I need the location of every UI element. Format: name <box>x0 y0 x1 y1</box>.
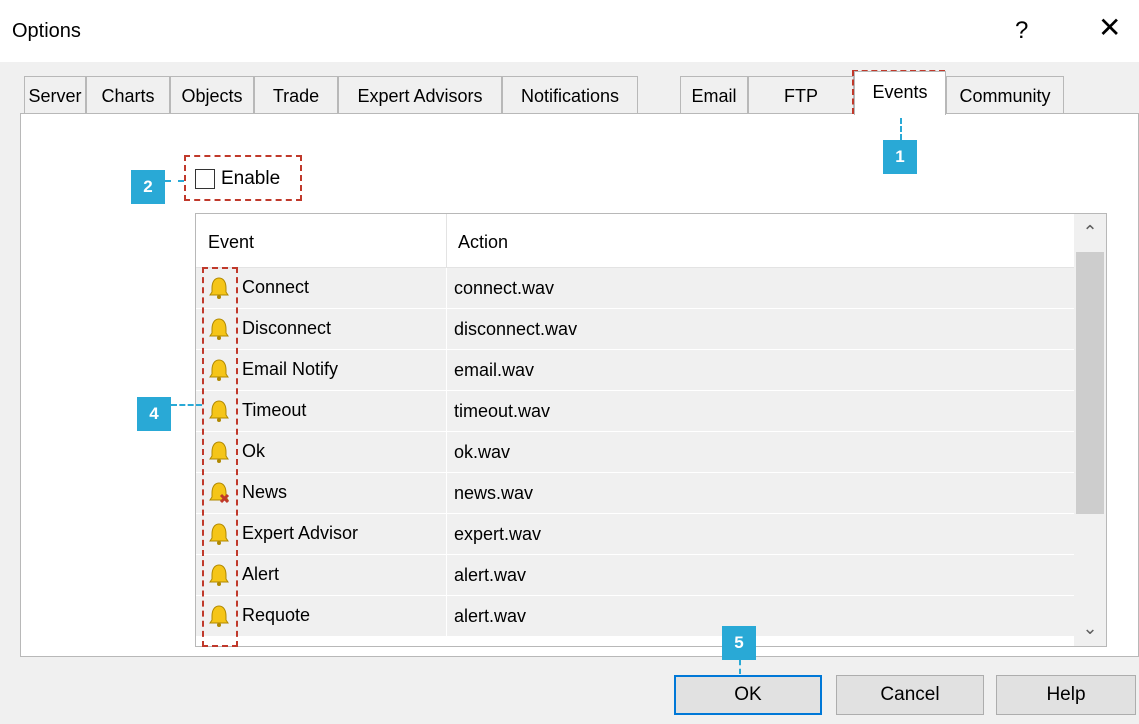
ok-button[interactable]: OK <box>674 675 822 715</box>
table-row[interactable]: Connect connect.wav <box>196 268 1074 308</box>
tab-events[interactable]: Events <box>854 71 946 115</box>
event-name: Ok <box>242 441 266 461</box>
scroll-down-icon[interactable]: ⌄ <box>1074 610 1106 646</box>
callout-badge: 4 <box>137 397 171 431</box>
cell-divider <box>446 514 447 554</box>
cell-divider <box>446 555 447 595</box>
tab-email[interactable]: Email <box>680 76 748 114</box>
callout-badge: 2 <box>131 170 165 204</box>
callout-leader <box>171 404 202 406</box>
close-icon[interactable]: ✕ <box>1098 14 1121 42</box>
tab-objects[interactable]: Objects <box>170 76 254 114</box>
tab-notifications[interactable]: Notifications <box>502 76 638 114</box>
tab-trade[interactable]: Trade <box>254 76 338 114</box>
table-row[interactable]: Email Notify email.wav <box>196 350 1074 390</box>
cell-divider <box>446 309 447 349</box>
help-button[interactable]: Help <box>996 675 1136 715</box>
event-action: timeout.wav <box>454 401 551 421</box>
column-divider[interactable] <box>446 214 447 267</box>
tab-expert-advisors[interactable]: Expert Advisors <box>338 76 502 114</box>
event-name: Disconnect <box>242 318 332 338</box>
cell-divider <box>446 596 447 636</box>
event-name: Email Notify <box>242 359 339 379</box>
table-row[interactable]: Disconnect disconnect.wav <box>196 309 1074 349</box>
callout-leader <box>739 660 741 674</box>
event-name: News <box>242 482 288 502</box>
cell-divider <box>446 391 447 431</box>
title-bar: Options ? ✕ <box>0 0 1139 62</box>
table-row[interactable]: Alert alert.wav <box>196 555 1074 595</box>
events-table: Event Action Connect connect.wav Disconn… <box>195 213 1107 647</box>
callout-badge: 5 <box>722 626 756 660</box>
tab-ftp[interactable]: FTP <box>748 76 854 114</box>
cell-divider <box>446 350 447 390</box>
table-row[interactable]: Requote alert.wav <box>196 596 1074 636</box>
column-header-action[interactable]: Action <box>458 232 508 253</box>
cancel-button[interactable]: Cancel <box>836 675 984 715</box>
event-name: Timeout <box>242 400 307 420</box>
scroll-up-icon[interactable]: ⌃ <box>1074 214 1106 250</box>
event-name: Alert <box>242 564 280 584</box>
tab-server[interactable]: Server <box>24 76 86 114</box>
callout-badge: 1 <box>883 140 917 174</box>
table-row[interactable]: Expert Advisor expert.wav <box>196 514 1074 554</box>
event-name: Connect <box>242 277 310 297</box>
event-action: expert.wav <box>454 524 542 544</box>
event-action: alert.wav <box>454 606 527 626</box>
help-icon[interactable]: ? <box>1015 17 1028 45</box>
cell-divider <box>446 432 447 472</box>
callout-leader <box>900 118 902 140</box>
window-title: Options <box>12 20 81 42</box>
cell-divider <box>446 268 447 308</box>
callout-leader <box>165 180 184 182</box>
tab-community[interactable]: Community <box>946 76 1064 114</box>
cell-divider <box>446 473 447 513</box>
highlight-icons-column <box>202 267 238 647</box>
vertical-scrollbar[interactable]: ⌃ ⌄ <box>1074 214 1106 646</box>
event-action: connect.wav <box>454 278 555 298</box>
table-row[interactable]: News news.wav <box>196 473 1074 513</box>
tab-charts[interactable]: Charts <box>86 76 170 114</box>
scroll-thumb[interactable] <box>1076 252 1104 514</box>
highlight-enable <box>184 155 302 201</box>
table-row[interactable]: Ok ok.wav <box>196 432 1074 472</box>
event-action: alert.wav <box>454 565 527 585</box>
table-header: Event Action <box>196 214 1074 268</box>
event-action: disconnect.wav <box>454 319 578 339</box>
event-name: Expert Advisor <box>242 523 359 543</box>
event-action: email.wav <box>454 360 535 380</box>
event-action: ok.wav <box>454 442 511 462</box>
event-action: news.wav <box>454 483 534 503</box>
table-row[interactable]: Timeout timeout.wav <box>196 391 1074 431</box>
column-header-event[interactable]: Event <box>208 232 254 253</box>
event-name: Requote <box>242 605 311 625</box>
